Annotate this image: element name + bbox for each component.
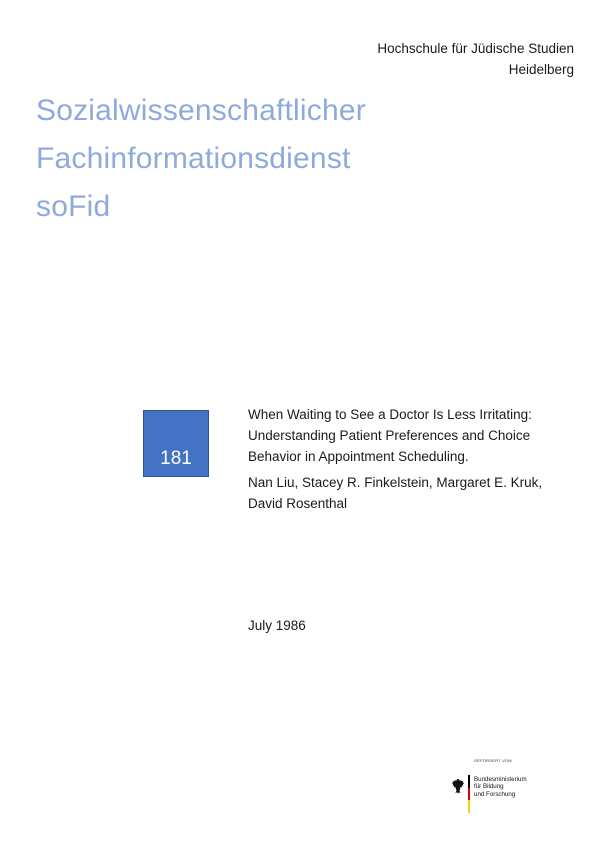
- article-title-line-2: Understanding Patient Preferences and Ch…: [248, 428, 531, 443]
- flag-stripe-gold: [468, 800, 470, 813]
- funder-name-line-2: für Bildung: [474, 783, 504, 791]
- funder-caption: GEFÖRDERT VOM: [474, 758, 512, 763]
- funder-name-line-1: Bundesministerium: [474, 776, 527, 783]
- flag-stripe-red: [468, 787, 470, 801]
- institution-name: Hochschule für Jüdische Studien Heidelbe…: [377, 38, 574, 80]
- funder-logo: GEFÖRDERT VOM Bundesministerium für Bild…: [452, 758, 562, 818]
- article-block: When Waiting to See a Doctor Is Less Irr…: [248, 404, 578, 514]
- institution-line-1: Hochschule für Jüdische Studien: [377, 41, 574, 56]
- funder-name: Bundesministerium für Bildung und Forsch…: [474, 776, 527, 798]
- article-authors: Nan Liu, Stacey R. Finkelstein, Margaret…: [248, 472, 578, 514]
- federal-eagle-icon: [452, 779, 464, 794]
- publication-date: July 1986: [248, 618, 306, 633]
- issue-number-box: 181: [143, 410, 209, 477]
- publication-title-line-1: Sozialwissenschaftlicher: [36, 94, 366, 127]
- issue-number: 181: [160, 448, 192, 469]
- german-flag-stripe: [468, 775, 470, 813]
- funder-name-line-3: und Forschung: [474, 790, 516, 798]
- article-title-line-1: When Waiting to See a Doctor Is Less Irr…: [248, 407, 532, 422]
- publication-title-line-3: soFid: [36, 190, 111, 223]
- article-title: When Waiting to See a Doctor Is Less Irr…: [248, 404, 578, 467]
- publication-title-line-2: Fachinformationsdienst: [36, 142, 351, 175]
- article-authors-line-2: David Rosenthal: [248, 496, 348, 511]
- publication-title: Sozialwissenschaftlicher Fachinformation…: [36, 87, 366, 231]
- flag-stripe-black: [468, 775, 470, 788]
- article-authors-line-1: Nan Liu, Stacey R. Finkelstein, Margaret…: [248, 475, 543, 490]
- institution-line-2: Heidelberg: [508, 62, 574, 77]
- article-title-line-3: Behavior in Appointment Scheduling.: [248, 449, 469, 464]
